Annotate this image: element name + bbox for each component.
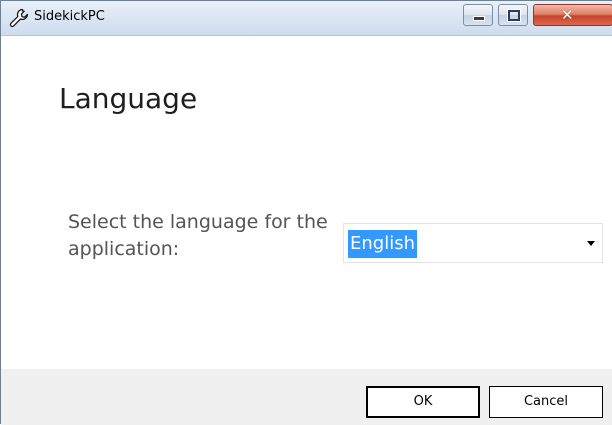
chevron-down-icon[interactable] [587, 241, 595, 246]
minimize-icon [473, 16, 485, 21]
language-prompt-label: Select the language for the application: [68, 211, 328, 260]
cancel-button[interactable]: Cancel [489, 386, 603, 418]
page-title: Language [59, 82, 198, 115]
maximize-icon [508, 10, 520, 21]
close-button[interactable]: ✕ [533, 4, 612, 26]
language-select-value: English [348, 230, 417, 258]
minimize-button[interactable] [463, 4, 493, 26]
window-title: SidekickPC [34, 9, 105, 24]
wrench-icon [8, 7, 30, 29]
close-icon: ✕ [561, 6, 574, 24]
title-bar[interactable]: SidekickPC ✕ [1, 1, 612, 36]
maximize-button[interactable] [498, 4, 528, 26]
language-select[interactable]: English [343, 223, 603, 263]
app-window: SidekickPC ✕ Language Select the languag… [0, 0, 612, 425]
ok-button[interactable]: OK [366, 386, 480, 418]
button-bar: OK Cancel [1, 369, 612, 425]
